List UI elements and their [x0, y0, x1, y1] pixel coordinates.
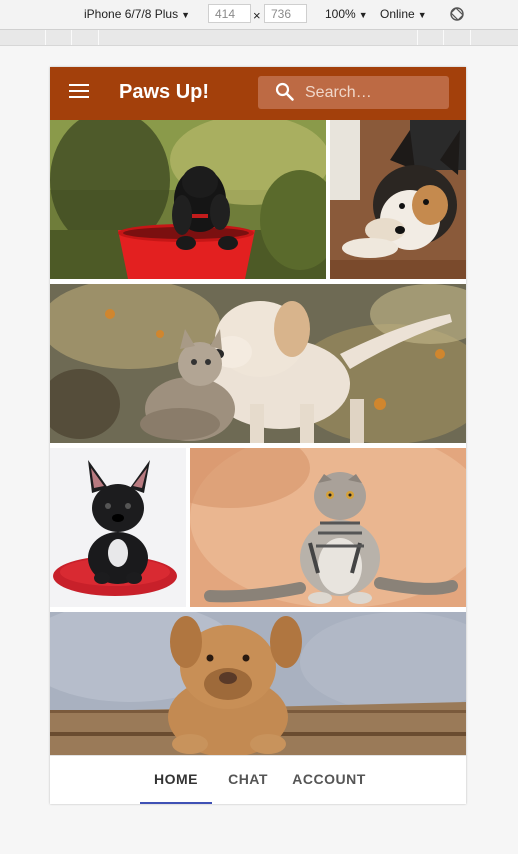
rotate-icon[interactable] — [449, 6, 465, 22]
photo-tile-puppy-crate[interactable] — [50, 612, 466, 755]
photo-tile-french-bulldog[interactable] — [50, 448, 186, 607]
search-icon — [275, 82, 294, 101]
tab-chat[interactable]: CHAT — [220, 756, 276, 804]
tab-home[interactable]: HOME — [140, 756, 212, 804]
menu-icon[interactable] — [69, 84, 89, 102]
active-tab-indicator — [140, 802, 212, 804]
network-select[interactable]: Online ▼ — [380, 7, 427, 21]
photo-tile-corgi[interactable] — [330, 120, 466, 279]
app-title: Paws Up! — [119, 81, 210, 103]
devtools-toolbar: iPhone 6/7/8 Plus ▼ 414 × 736 100% ▼ Onlin… — [0, 0, 518, 30]
photo-tile-kitten-puppy[interactable] — [50, 284, 466, 443]
zoom-select[interactable]: 100% ▼ — [325, 7, 368, 21]
width-input[interactable]: 414 — [208, 4, 251, 23]
zoom-label: 100% — [325, 7, 356, 21]
device-viewport: Paws Up! Search… HOME CHAT ACCOUNT — [50, 67, 466, 804]
times-icon: × — [253, 8, 261, 23]
media-query-bar[interactable] — [0, 30, 518, 46]
search-box[interactable] — [258, 76, 449, 109]
photo-tile-scottish-fold-cat[interactable] — [190, 448, 466, 607]
device-label: iPhone 6/7/8 Plus — [84, 7, 179, 21]
bottom-navigation: HOME CHAT ACCOUNT — [50, 755, 466, 804]
search-input[interactable] — [305, 76, 440, 109]
tab-account[interactable]: ACCOUNT — [286, 756, 372, 804]
caret-down-icon: ▼ — [358, 10, 368, 20]
device-select[interactable]: iPhone 6/7/8 Plus ▼ — [84, 7, 190, 21]
photo-tile-puppy-bucket[interactable] — [50, 120, 326, 279]
height-input[interactable]: 736 — [264, 4, 307, 23]
app-bar: Paws Up! — [50, 67, 466, 120]
caret-down-icon: ▼ — [181, 10, 190, 20]
network-label: Online — [380, 7, 415, 21]
caret-down-icon: ▼ — [417, 10, 427, 20]
